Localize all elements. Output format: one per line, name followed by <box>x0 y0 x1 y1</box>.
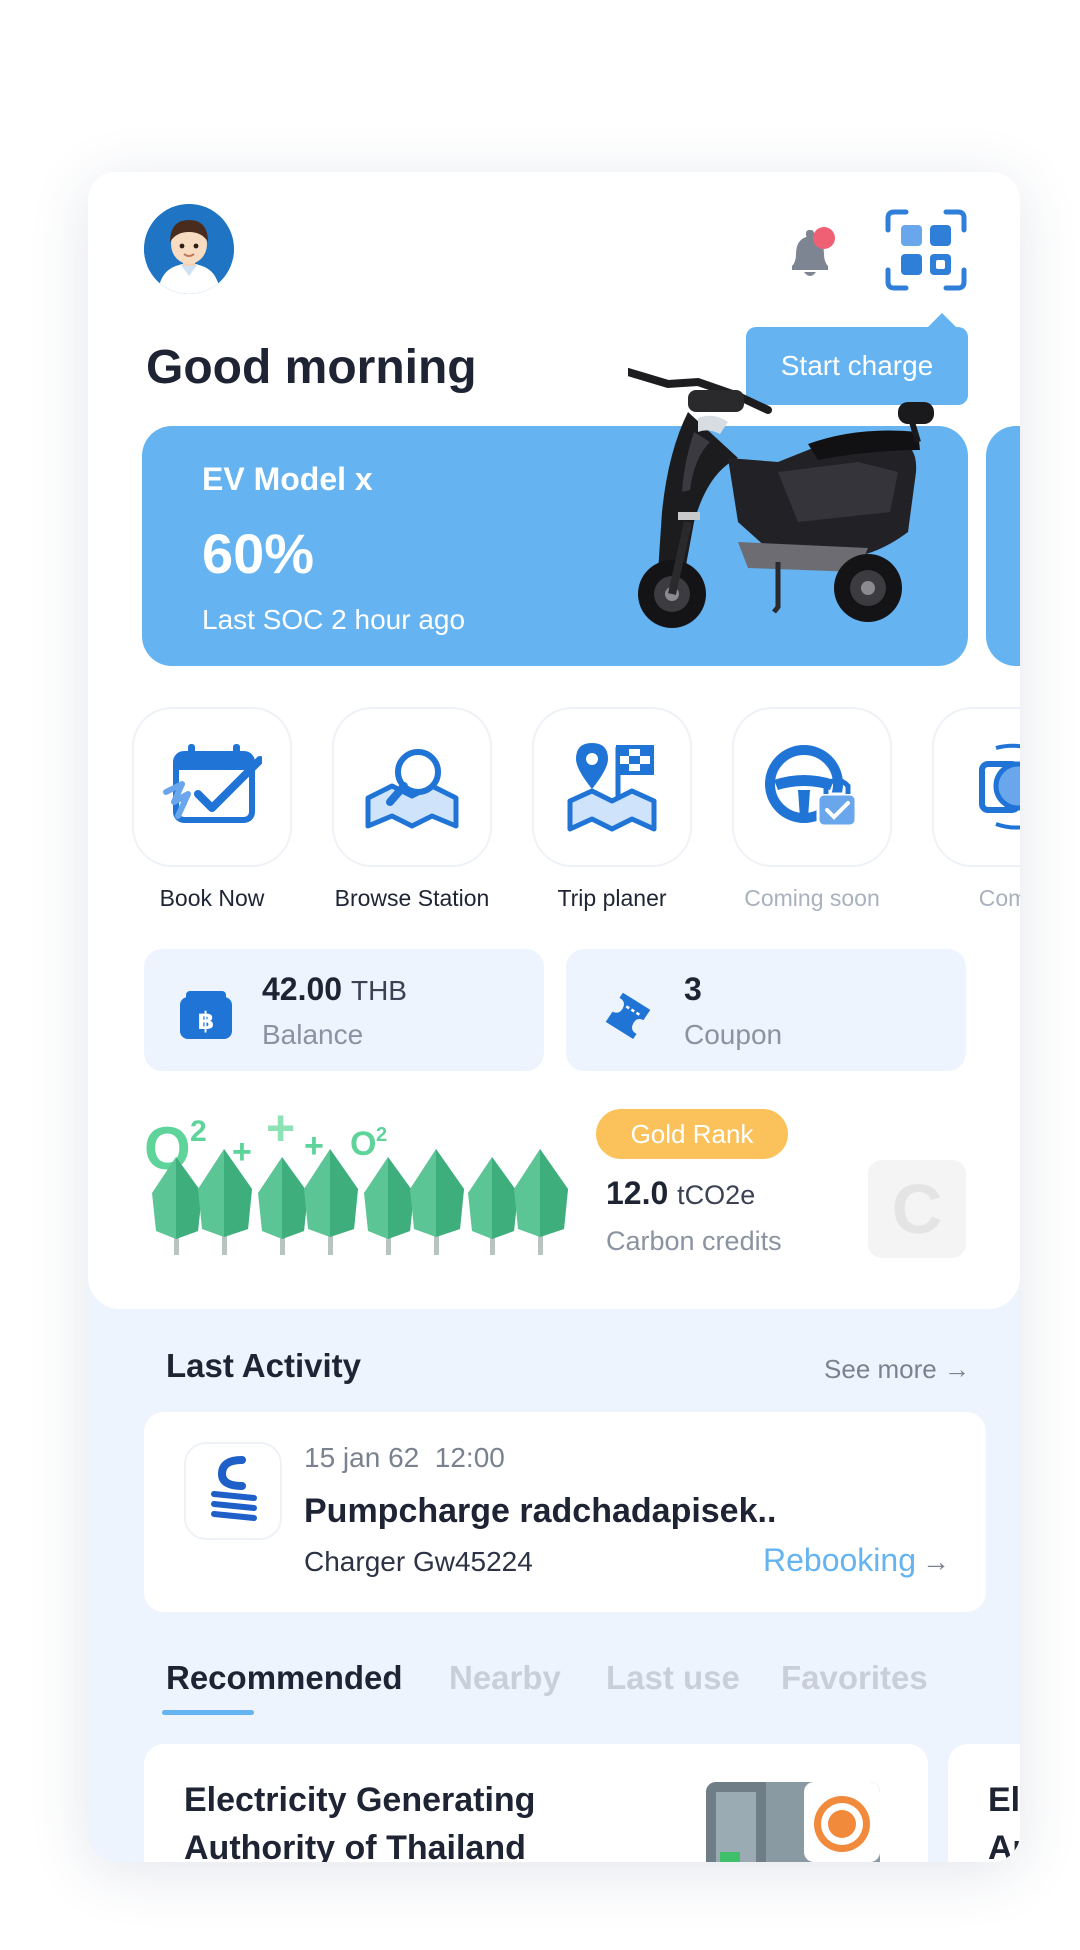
pumpcharge-logo-icon <box>211 1456 257 1521</box>
coupon-label: Coupon <box>684 1019 783 1050</box>
carbon-value-row: 12.0 tCO2e <box>606 1175 755 1212</box>
tab-favorites[interactable]: Favorites <box>781 1659 928 1697</box>
station-image <box>706 1782 880 1862</box>
activity-charger: Charger Gw45224 <box>304 1546 533 1577</box>
book-now-tile[interactable] <box>132 707 292 867</box>
recommended-peek-line-1: El <box>988 1781 1020 1819</box>
carbon-label: Carbon credits <box>606 1226 782 1256</box>
partial-icon <box>979 743 1020 830</box>
avatar[interactable] <box>144 204 234 294</box>
qr-scan-icon <box>885 209 967 291</box>
svg-text:฿: ฿ <box>198 1007 215 1035</box>
balance-value-row: 42.00 THB <box>262 971 407 1008</box>
trees-illustration: O 2 + + + O 2 <box>144 1107 568 1255</box>
coupon-card[interactable]: 3 Coupon <box>566 949 966 1071</box>
coming-soon-label-2: Comin <box>978 885 1020 911</box>
ev-soc-percent: 60% <box>202 522 315 585</box>
station-logo <box>184 1442 282 1540</box>
top-panel: Start charge Good morning EV Model x 60%… <box>88 172 1020 1309</box>
browse-station-label: Browse Station <box>334 885 490 911</box>
rank-badge: Gold Rank <box>596 1109 788 1159</box>
steering-lock-icon <box>765 745 858 828</box>
svg-text:O: O <box>350 1125 376 1163</box>
carbon-value: 12.0 <box>606 1175 669 1211</box>
bell-icon <box>792 227 835 276</box>
balance-unit: THB <box>350 975 407 1006</box>
rebooking-label: Rebooking <box>763 1542 916 1578</box>
tab-nearby[interactable]: Nearby <box>449 1659 561 1697</box>
recommended-station-title-next: El Au <box>988 1776 1020 1862</box>
recommended-station-title: Electricity Generating Authority of Thai… <box>184 1781 536 1862</box>
carbon-credit-logo[interactable]: C <box>868 1160 966 1258</box>
notification-bell[interactable] <box>784 224 840 286</box>
balance-card[interactable]: ฿ 42.00 THB Balance <box>144 949 544 1071</box>
browse-station-action[interactable]: Browse Station <box>312 707 512 912</box>
coming-soon-tile-2 <box>932 707 1020 867</box>
svg-text:+: + <box>266 1107 295 1156</box>
ev-card-next[interactable] <box>986 426 1020 666</box>
activity-station: Pumpcharge radchadapisek.. <box>304 1492 777 1530</box>
trip-planer-label: Trip planer <box>557 885 667 911</box>
trip-planer-action[interactable]: Trip planer <box>512 707 712 912</box>
coming-soon-action: Coming soon <box>712 707 912 912</box>
recommended-peek-line-2: Au <box>988 1829 1020 1862</box>
ev-last-update: Last SOC 2 hour ago <box>202 604 466 635</box>
calendar-check-icon <box>163 744 262 823</box>
book-now-label: Book Now <box>159 885 265 911</box>
qr-scan-button[interactable] <box>884 208 968 292</box>
svg-text:2: 2 <box>376 1124 387 1146</box>
svg-text:+: + <box>304 1127 324 1165</box>
tab-last-use[interactable]: Last use <box>606 1659 740 1697</box>
ticket-icon <box>605 992 651 1039</box>
activity-card[interactable]: 15 jan 62 12:00 Pumpcharge radchadapisek… <box>144 1412 986 1612</box>
arrow-right-icon: → <box>944 1354 970 1384</box>
trip-planer-tile[interactable] <box>532 707 692 867</box>
station-photo-icon <box>706 1782 880 1862</box>
recommended-station-card[interactable]: Electricity Generating Authority of Thai… <box>144 1744 928 1862</box>
trip-map-flag-icon <box>567 743 657 832</box>
balance-label: Balance <box>262 1019 364 1050</box>
coming-soon-action-2: Comin <box>912 707 1020 912</box>
book-now-action[interactable]: Book Now <box>112 707 312 912</box>
activity-date: 15 jan 62 12:00 <box>304 1442 505 1473</box>
map-search-icon <box>365 749 459 829</box>
browse-station-tile[interactable] <box>332 707 492 867</box>
phone-screen: Start charge Good morning EV Model x 60%… <box>88 172 1020 1862</box>
wallet-baht-icon: ฿ <box>180 991 232 1039</box>
rebooking-button[interactable]: Rebooking → <box>763 1542 950 1579</box>
tab-recommended[interactable]: Recommended <box>166 1659 403 1697</box>
coming-soon-tile <box>732 707 892 867</box>
see-more-link[interactable]: See more → <box>824 1354 970 1385</box>
tab-active-indicator <box>162 1710 254 1715</box>
recommended-station-card-next[interactable]: El Au <box>948 1744 1020 1862</box>
scooter-image <box>628 368 934 628</box>
ev-model-name: EV Model x <box>202 461 373 497</box>
greeting-title: Good morning <box>146 341 477 394</box>
coming-soon-label: Coming soon <box>744 885 880 911</box>
coupon-value: 3 <box>684 971 702 1007</box>
balance-value: 42.00 <box>262 971 343 1007</box>
see-more-label: See more <box>824 1354 937 1384</box>
carbon-unit: tCO2e <box>677 1180 756 1210</box>
user-avatar-icon <box>144 204 234 294</box>
last-activity-title: Last Activity <box>166 1347 362 1384</box>
svg-text:2: 2 <box>190 1115 207 1148</box>
arrow-right-icon: → <box>922 1546 950 1577</box>
